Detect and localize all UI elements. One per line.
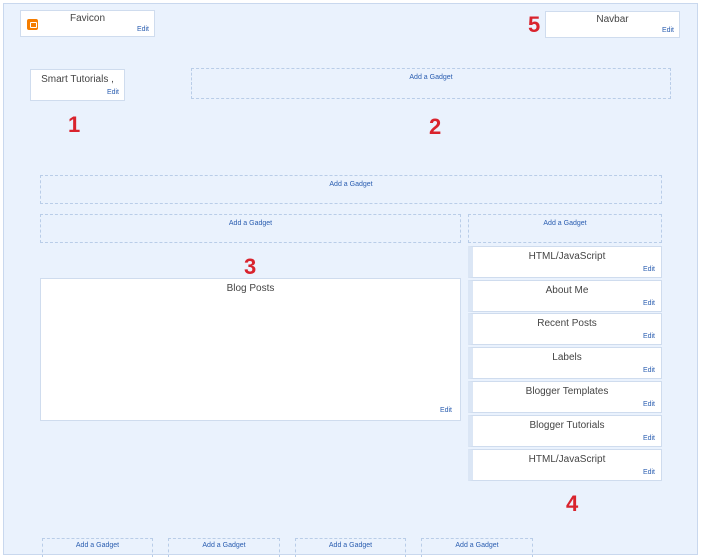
header-title: Smart Tutorials , [41,74,114,85]
add-gadget-footer-4[interactable]: Add a Gadget [421,538,533,557]
add-gadget-footer-2[interactable]: Add a Gadget [168,538,280,557]
sidebar-item-about-me[interactable]: About Me Edit [468,280,662,312]
add-gadget-label: Add a Gadget [75,542,120,549]
add-gadget-label: Add a Gadget [202,542,246,549]
add-gadget-label: Add a Gadget [228,220,273,227]
sidebar-item-edit-link[interactable]: Edit [643,401,655,408]
add-gadget-footer-3[interactable]: Add a Gadget [295,538,406,557]
favicon-gadget[interactable]: Favicon Edit [20,10,155,37]
marker-3: 3 [244,254,257,279]
sidebar-item-edit-link[interactable]: Edit [643,266,655,273]
sidebar-item-recent-posts[interactable]: Recent Posts Edit [468,313,662,345]
sidebar-item-edit-link[interactable]: Edit [643,435,655,442]
sidebar-item-label: Blogger Templates [525,386,609,397]
marker-5: 5 [528,12,541,37]
add-gadget-label: Add a Gadget [455,542,499,549]
blog-posts-edit-link[interactable]: Edit [440,407,452,414]
blog-posts-gadget[interactable]: Blog Posts Edit [40,278,461,421]
marker-2: 2 [429,114,442,139]
favicon-title: Favicon [69,13,105,24]
header-edit-link[interactable]: Edit [107,89,119,96]
add-gadget-label: Add a Gadget [409,74,453,81]
add-gadget-header-right[interactable]: Add a Gadget [191,68,671,99]
sidebar-item-label: HTML/JavaScript [528,251,606,262]
marker-1: 1 [68,112,81,137]
sidebar-item-label: Recent Posts [537,318,597,329]
sidebar-item-label: Blogger Tutorials [529,420,605,431]
sidebar-item-blogger-tutorials[interactable]: Blogger Tutorials Edit [468,415,662,447]
sidebar-item-html-javascript[interactable]: HTML/JavaScript Edit [468,246,662,278]
add-gadget-footer-1[interactable]: Add a Gadget [42,538,153,557]
sidebar-item-labels[interactable]: Labels Edit [468,347,662,379]
navbar-title: Navbar [596,14,629,25]
marker-4: 4 [566,491,579,516]
navbar-gadget[interactable]: Navbar Edit [545,11,680,38]
add-gadget-label: Add a Gadget [328,542,373,549]
add-gadget-label: Add a Gadget [329,181,373,188]
blog-posts-title: Blog Posts [226,283,275,294]
sidebar-item-label: About Me [545,285,589,296]
header-gadget[interactable]: Smart Tutorials , Edit [30,69,125,101]
sidebar-item-html-javascript-2[interactable]: HTML/JavaScript Edit [468,449,662,481]
add-gadget-crosscol[interactable]: Add a Gadget [40,175,662,204]
sidebar-item-edit-link[interactable]: Edit [643,367,655,374]
add-gadget-label: Add a Gadget [543,220,587,227]
sidebar-item-edit-link[interactable]: Edit [643,333,655,340]
sidebar-item-label: Labels [552,352,582,363]
sidebar-item-blogger-templates[interactable]: Blogger Templates Edit [468,381,662,413]
sidebar-item-label: HTML/JavaScript [528,454,606,465]
sidebar-item-edit-link[interactable]: Edit [643,469,655,476]
add-gadget-sidebar[interactable]: Add a Gadget [468,214,662,243]
sidebar-item-edit-link[interactable]: Edit [643,300,655,307]
favicon-edit-link[interactable]: Edit [137,26,149,33]
add-gadget-main[interactable]: Add a Gadget [40,214,461,243]
navbar-edit-link[interactable]: Edit [662,27,674,34]
